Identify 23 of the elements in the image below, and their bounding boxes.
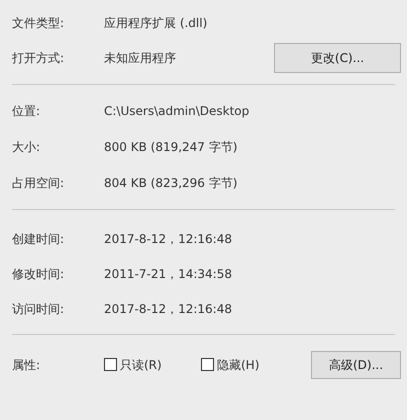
- field-label: 大小:: [12, 139, 42, 156]
- field-label: 修改时间:: [12, 266, 66, 282]
- field-label: 访问时间:: [12, 300, 66, 318]
- field-value: 2017-8-12，12:16:48: [104, 300, 232, 318]
- field-value: 应用程序扩展 (.dll): [104, 14, 208, 32]
- field-label: 占用空间:: [12, 175, 66, 192]
- field-value: 未知应用程序: [104, 50, 176, 66]
- field-value: 2011-7-21，14:34:58: [104, 266, 232, 282]
- checkbox-box[interactable]: [201, 358, 214, 371]
- change-button[interactable]: 更改(C)...: [274, 42, 401, 72]
- field-value: C:\Users\admin\Desktop: [104, 103, 250, 120]
- field-label: 属性:: [12, 356, 42, 374]
- checkbox[interactable]: 只读(R): [104, 356, 201, 374]
- field-value: 2017-8-12，12:16:48: [104, 230, 232, 248]
- checkbox-box[interactable]: [104, 358, 117, 371]
- field-value: 804 KB (823,296 字节): [104, 175, 238, 192]
- checkbox[interactable]: 隐藏(H): [201, 356, 260, 374]
- field-label: 位置:: [12, 103, 42, 120]
- advanced-button[interactable]: 高级(D)...: [311, 350, 401, 378]
- field-label: 创建时间:: [12, 230, 66, 248]
- field-label: 打开方式:: [12, 50, 66, 66]
- field-value: 800 KB (819,247 字节): [104, 139, 238, 156]
- field-label: 文件类型:: [12, 14, 66, 32]
